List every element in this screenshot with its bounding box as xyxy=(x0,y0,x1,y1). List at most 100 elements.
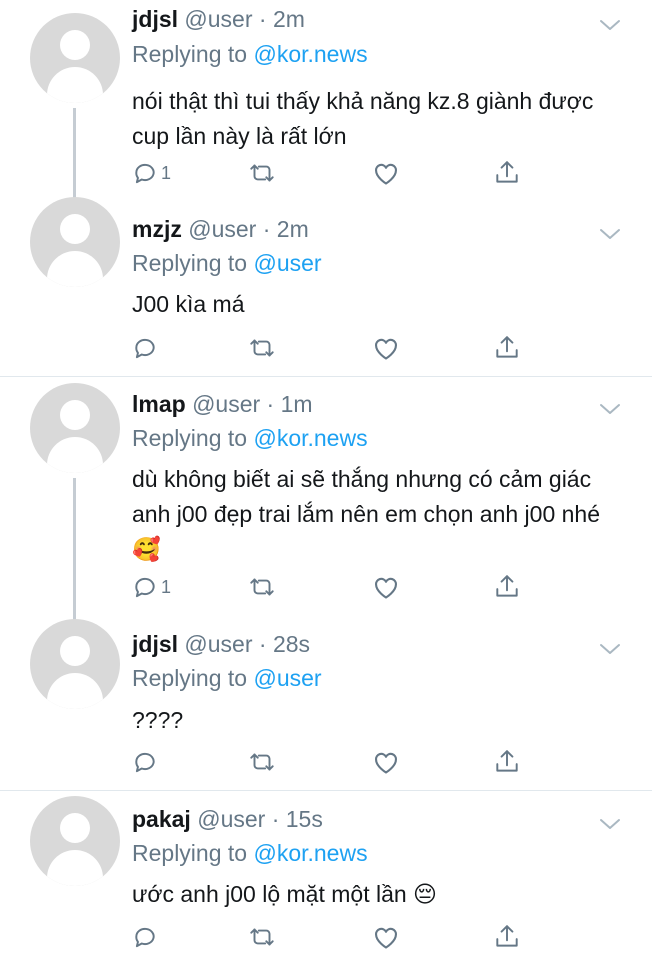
reply-button[interactable] xyxy=(132,922,161,952)
chevron-down-icon[interactable] xyxy=(598,17,622,33)
timestamp[interactable]: 1m xyxy=(281,391,313,417)
like-button[interactable] xyxy=(372,922,400,952)
retweet-button[interactable] xyxy=(247,572,277,602)
retweet-button[interactable] xyxy=(247,922,277,952)
like-button[interactable] xyxy=(372,747,400,777)
tweet-header: jdjsl @user · 28s xyxy=(132,631,310,658)
heart-icon xyxy=(372,749,400,775)
replying-to: Replying to @user xyxy=(132,250,322,277)
default-avatar-icon xyxy=(60,636,90,666)
mention-link[interactable]: @user xyxy=(253,250,321,276)
chevron-down-icon[interactable] xyxy=(598,641,622,657)
share-button[interactable] xyxy=(494,747,520,777)
share-button[interactable] xyxy=(494,572,520,602)
timestamp[interactable]: 28s xyxy=(273,631,310,657)
tweet-text: nói thật thì tui thấy khả năng kz.8 giàn… xyxy=(132,88,594,149)
user-handle[interactable]: @user xyxy=(184,6,252,32)
divider xyxy=(0,376,652,377)
thread-line xyxy=(73,478,76,626)
heart-icon xyxy=(372,924,400,950)
heart-icon xyxy=(372,160,400,186)
replying-to-label: Replying to xyxy=(132,840,248,866)
display-name[interactable]: lmap xyxy=(132,391,186,417)
retweet-button[interactable] xyxy=(247,333,277,363)
user-handle[interactable]: @user xyxy=(197,806,265,832)
tweet-actions: 1 xyxy=(132,158,532,188)
share-icon xyxy=(494,748,520,776)
tweet-actions: 1 xyxy=(132,572,532,602)
tweet-header: pakaj @user · 15s xyxy=(132,806,323,833)
reply-button[interactable] xyxy=(132,333,161,363)
replying-to-label: Replying to xyxy=(132,41,248,67)
like-button[interactable] xyxy=(372,572,400,602)
avatar[interactable] xyxy=(30,197,120,287)
thread-line xyxy=(73,108,76,210)
reply-icon xyxy=(132,574,158,600)
chevron-down-icon[interactable] xyxy=(598,226,622,242)
mention-link[interactable]: @kor.news xyxy=(253,840,367,866)
tweet-actions xyxy=(132,747,532,777)
share-button[interactable] xyxy=(494,158,520,188)
user-handle[interactable]: @user xyxy=(192,391,260,417)
retweet-icon xyxy=(247,749,277,775)
default-avatar-icon xyxy=(60,214,90,244)
chevron-down-icon[interactable] xyxy=(598,401,622,417)
reply-button[interactable]: 1 xyxy=(132,572,171,602)
tweet-actions xyxy=(132,333,532,363)
share-button[interactable] xyxy=(494,922,520,952)
retweet-icon xyxy=(247,335,277,361)
chevron-down-icon[interactable] xyxy=(598,816,622,832)
display-name[interactable]: jdjsl xyxy=(132,6,178,32)
tweet-actions xyxy=(132,922,532,952)
share-icon xyxy=(494,334,520,362)
default-avatar-icon xyxy=(60,400,90,430)
reply-button[interactable] xyxy=(132,747,161,777)
reply-button[interactable]: 1 xyxy=(132,158,171,188)
mention-link[interactable]: @user xyxy=(253,665,321,691)
display-name[interactable]: mzjz xyxy=(132,216,182,242)
user-handle[interactable]: @user xyxy=(188,216,256,242)
share-icon xyxy=(494,573,520,601)
replying-to: Replying to @kor.news xyxy=(132,840,368,867)
share-button[interactable] xyxy=(494,333,520,363)
separator: · xyxy=(256,216,277,242)
like-button[interactable] xyxy=(372,158,400,188)
separator: · xyxy=(265,806,286,832)
timestamp[interactable]: 15s xyxy=(286,806,323,832)
tweet-header: mzjz @user · 2m xyxy=(132,216,309,243)
avatar[interactable] xyxy=(30,796,120,886)
retweet-button[interactable] xyxy=(247,158,277,188)
display-name[interactable]: jdjsl xyxy=(132,631,178,657)
separator: · xyxy=(260,391,281,417)
divider xyxy=(0,790,652,791)
timestamp[interactable]: 2m xyxy=(273,6,305,32)
replying-to: Replying to @kor.news xyxy=(132,425,368,452)
tweet-text: ???? xyxy=(132,707,184,733)
retweet-button[interactable] xyxy=(247,747,277,777)
replying-to-label: Replying to xyxy=(132,250,248,276)
reply-icon xyxy=(132,160,158,186)
reply-icon xyxy=(132,924,158,950)
like-button[interactable] xyxy=(372,333,400,363)
retweet-icon xyxy=(247,924,277,950)
heart-icon xyxy=(372,574,400,600)
replying-to-label: Replying to xyxy=(132,665,248,691)
timestamp[interactable]: 2m xyxy=(277,216,309,242)
mention-link[interactable]: @kor.news xyxy=(253,425,367,451)
reply-count: 1 xyxy=(161,162,172,183)
mention-link[interactable]: @kor.news xyxy=(253,41,367,67)
retweet-icon xyxy=(247,160,277,186)
avatar[interactable] xyxy=(30,383,120,473)
replying-to: Replying to @kor.news xyxy=(132,41,368,68)
reply-icon xyxy=(132,335,158,361)
retweet-icon xyxy=(247,574,277,600)
display-name[interactable]: pakaj xyxy=(132,806,191,832)
tweet-text: dù không biết ai sẽ thắng nhưng có cảm g… xyxy=(132,466,600,562)
share-icon xyxy=(494,159,520,187)
avatar[interactable] xyxy=(30,619,120,709)
tweet-header: lmap @user · 1m xyxy=(132,391,313,418)
user-handle[interactable]: @user xyxy=(184,631,252,657)
avatar[interactable] xyxy=(30,13,120,103)
tweet-text: J00 kìa má xyxy=(132,291,245,317)
replying-to: Replying to @user xyxy=(132,665,322,692)
